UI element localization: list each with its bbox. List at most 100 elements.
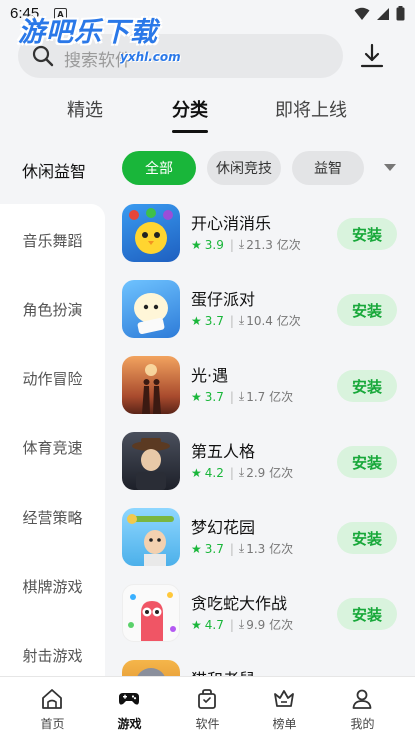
nav-label: 软件: [195, 717, 220, 731]
app-downloads: 9.9 亿次: [246, 618, 294, 632]
install-button[interactable]: 安装: [337, 598, 397, 630]
tab-categories[interactable]: 分类: [172, 96, 208, 122]
status-icons: [354, 6, 405, 21]
install-button[interactable]: 安装: [337, 370, 397, 402]
install-button[interactable]: 安装: [337, 218, 397, 250]
chip-casual-competitive[interactable]: 休闲竞技: [207, 151, 281, 185]
star-icon: ★: [191, 389, 202, 404]
sidebar-item-sports-racing[interactable]: 体育竞速: [0, 437, 105, 458]
app-list: 开心消消乐 ★ 3.9 | ⤓ 21.3 亿次 安装 蛋仔派对 ★ 3.7 | …: [106, 196, 415, 676]
download-count-icon: ⤓: [238, 313, 245, 327]
sidebar-item-action-adventure[interactable]: 动作冒险: [0, 368, 105, 389]
star-icon: ★: [191, 541, 202, 556]
home-icon: [42, 689, 62, 709]
app-meta: ★ 3.7 | ⤓ 1.7 亿次: [191, 388, 293, 405]
list-item[interactable]: 蛋仔派对 ★ 3.7 | ⤓ 10.4 亿次 安装: [106, 272, 415, 348]
gamepad-icon: [119, 693, 139, 705]
crown-icon: [274, 690, 294, 707]
list-item[interactable]: 开心消消乐 ★ 3.9 | ⤓ 21.3 亿次 安装: [106, 196, 415, 272]
bottom-nav: 首页 游戏 软件 榜单 我的: [0, 676, 415, 740]
chip-puzzle[interactable]: 益智: [292, 151, 364, 185]
app-meta: ★ 3.7 | ⤓ 1.3 亿次: [191, 540, 293, 557]
nav-label: 榜单: [272, 717, 297, 731]
nav-ranking[interactable]: 榜单: [243, 677, 326, 740]
app-icon: [122, 280, 180, 338]
app-name: 蛋仔派对: [191, 290, 256, 309]
signal-icon: [377, 7, 389, 20]
app-meta: ★ 4.2 | ⤓ 2.9 亿次: [191, 464, 293, 481]
search-icon: [32, 45, 54, 67]
app-name: 梦幻花园: [191, 518, 256, 537]
star-icon: ★: [191, 313, 202, 328]
divider: |: [229, 237, 234, 252]
sidebar-item-strategy[interactable]: 经营策略: [0, 507, 105, 528]
download-count-icon: ⤓: [238, 237, 245, 251]
sidebar-item-rpg[interactable]: 角色扮演: [0, 299, 105, 320]
download-count-icon: ⤓: [238, 389, 245, 403]
list-item[interactable]: 猫和老鼠: [106, 652, 415, 676]
download-icon[interactable]: [358, 42, 386, 70]
top-tabs: 精选 分类 即将上线: [0, 92, 415, 132]
star-icon: ★: [191, 465, 202, 480]
nav-label: 我的: [350, 717, 375, 731]
tab-indicator: [172, 130, 208, 133]
app-rating: 3.9: [204, 237, 224, 252]
battery-icon: [396, 6, 405, 21]
app-rating: 4.2: [204, 465, 224, 480]
app-meta: ★ 4.7 | ⤓ 9.9 亿次: [191, 616, 293, 633]
sidebar-item-shooting[interactable]: 射击游戏: [0, 645, 105, 666]
watermark-logo: 游吧乐下载: [18, 17, 158, 48]
app-meta: ★ 3.7 | ⤓ 10.4 亿次: [191, 312, 301, 329]
app-icon: [122, 584, 180, 642]
app-name: 光·遇: [191, 366, 229, 385]
app-meta: ★ 3.9 | ⤓ 21.3 亿次: [191, 236, 301, 253]
bag-icon: [198, 689, 216, 709]
app-downloads: 10.4 亿次: [246, 314, 301, 328]
install-button[interactable]: 安装: [337, 446, 397, 478]
list-item[interactable]: 贪吃蛇大作战 ★ 4.7 | ⤓ 9.9 亿次 安装: [106, 576, 415, 652]
app-rating: 4.7: [204, 617, 224, 632]
tab-upcoming[interactable]: 即将上线: [275, 96, 347, 122]
star-icon: ★: [191, 617, 202, 632]
divider: |: [229, 617, 234, 632]
app-downloads: 1.7 亿次: [246, 390, 294, 404]
app-icon: [122, 660, 180, 676]
nav-profile[interactable]: 我的: [321, 677, 404, 740]
install-button[interactable]: 安装: [337, 522, 397, 554]
download-count-icon: ⤓: [238, 541, 245, 555]
wifi-icon: [354, 7, 370, 20]
divider: |: [229, 389, 234, 404]
app-icon: [122, 432, 180, 490]
list-item[interactable]: 第五人格 ★ 4.2 | ⤓ 2.9 亿次 安装: [106, 424, 415, 500]
list-item[interactable]: 光·遇 ★ 3.7 | ⤓ 1.7 亿次 安装: [106, 348, 415, 424]
star-icon: ★: [191, 237, 202, 252]
watermark-sub: yxhl.com: [120, 50, 181, 64]
divider: |: [229, 313, 234, 328]
nav-label: 游戏: [117, 717, 142, 731]
app-name: 开心消消乐: [191, 214, 272, 233]
nav-software[interactable]: 软件: [166, 677, 249, 740]
app-rating: 3.7: [204, 389, 224, 404]
app-downloads: 2.9 亿次: [246, 466, 294, 480]
app-icon: [122, 508, 180, 566]
app-name: 猫和老鼠: [191, 666, 255, 676]
app-icon: [122, 204, 180, 262]
sidebar-item-music-dance[interactable]: 音乐舞蹈: [0, 230, 105, 251]
nav-games[interactable]: 游戏: [88, 677, 171, 740]
install-button[interactable]: 安装: [337, 294, 397, 326]
category-row: 休闲益智 全部 休闲竞技 益智: [0, 148, 415, 188]
chevron-down-icon[interactable]: [384, 164, 396, 171]
chip-all[interactable]: 全部: [122, 151, 196, 185]
nav-home[interactable]: 首页: [11, 677, 94, 740]
person-icon: [352, 689, 372, 709]
sidebar-item-board-card[interactable]: 棋牌游戏: [0, 576, 105, 597]
download-count-icon: ⤓: [238, 465, 245, 479]
divider: |: [229, 465, 234, 480]
app-downloads: 21.3 亿次: [246, 238, 301, 252]
divider: |: [229, 541, 234, 556]
app-rating: 3.7: [204, 313, 224, 328]
category-title: 休闲益智: [22, 162, 87, 181]
list-item[interactable]: 梦幻花园 ★ 3.7 | ⤓ 1.3 亿次 安装: [106, 500, 415, 576]
app-downloads: 1.3 亿次: [246, 542, 294, 556]
tab-featured[interactable]: 精选: [67, 96, 103, 122]
